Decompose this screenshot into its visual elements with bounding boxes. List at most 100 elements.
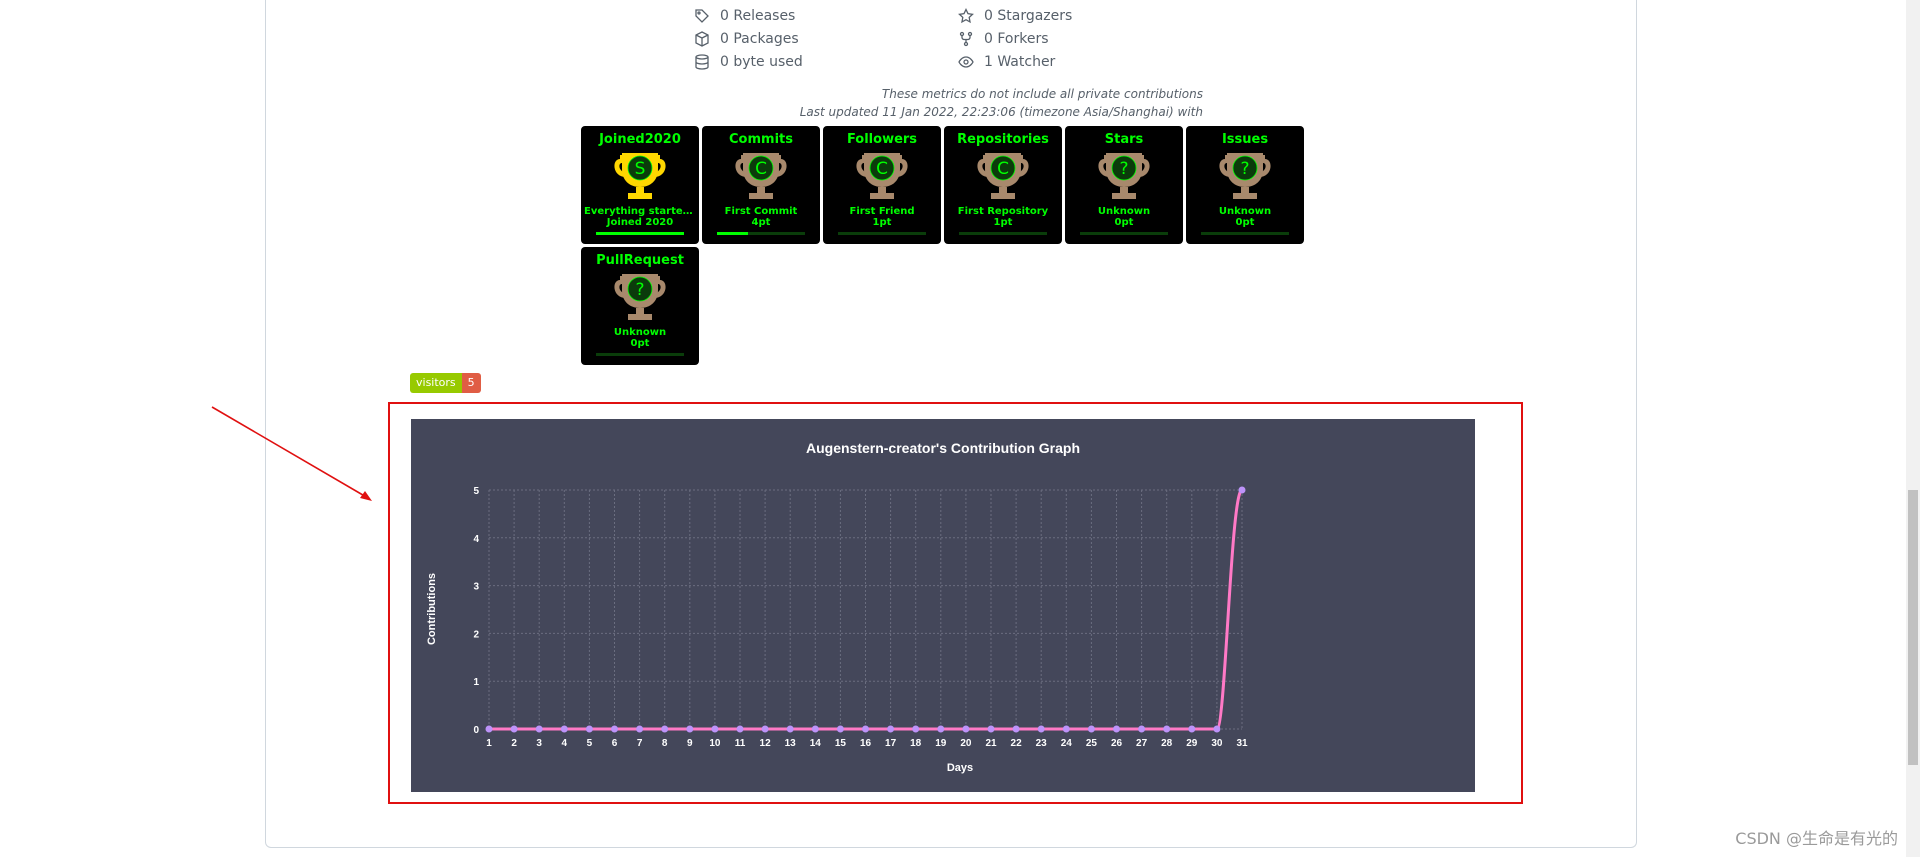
trophy-rank-letter: ? — [1119, 159, 1128, 179]
trophy-subtitle: Unknown — [613, 327, 667, 338]
x-tick-label: 31 — [1236, 738, 1248, 749]
x-tick-label: 12 — [760, 738, 772, 749]
data-point — [937, 725, 945, 733]
trophy-progress — [717, 232, 805, 235]
x-tick-label: 3 — [536, 738, 542, 749]
data-point — [1037, 725, 1045, 733]
x-tick-label: 15 — [835, 738, 847, 749]
x-tick-label: 27 — [1136, 738, 1148, 749]
x-tick-label: 9 — [687, 738, 693, 749]
data-point — [862, 725, 869, 733]
x-tick-label: 16 — [860, 738, 872, 749]
data-point — [887, 725, 895, 733]
x-tick-label: 20 — [960, 738, 972, 749]
trophy-points: 1pt — [872, 217, 892, 228]
annotation-arrow — [211, 406, 372, 501]
series-line — [489, 488, 1244, 731]
trophy-rank-letter: C — [755, 159, 767, 179]
data-point — [962, 725, 970, 733]
data-point — [811, 725, 819, 733]
trophy-rank-letter: ? — [635, 280, 644, 300]
metric-watchers: 1 Watcher — [958, 54, 1055, 70]
x-tick-label: 28 — [1161, 738, 1173, 749]
data-point — [761, 725, 769, 733]
x-tick-label: 6 — [612, 738, 618, 749]
data-point — [1113, 725, 1120, 733]
trophy-title: PullRequest — [596, 253, 684, 268]
data-point — [686, 725, 694, 733]
data-point — [1012, 725, 1020, 733]
data-point — [711, 725, 719, 733]
x-tick-label: 30 — [1211, 738, 1223, 749]
data-point — [661, 725, 669, 733]
metric-releases: 0 Releases — [694, 8, 795, 24]
trophy-subtitle: First Commit — [724, 206, 798, 217]
fork-icon — [959, 31, 973, 47]
x-tick-label: 18 — [910, 738, 922, 749]
trophy-cup-icon: ? — [1219, 153, 1271, 199]
trophy-subtitle: Unknown — [1218, 206, 1272, 217]
metric-packages: 0 Packages — [694, 31, 799, 47]
x-tick-label: 29 — [1186, 738, 1198, 749]
x-tick-label: 10 — [709, 738, 721, 749]
data-point — [1087, 725, 1095, 733]
trophy-progress-fill — [717, 232, 748, 235]
y-tick-label: 0 — [473, 725, 479, 736]
trophy-card: PullRequest? Unknown 0pt — [581, 247, 699, 365]
metric-label: 0 byte used — [720, 54, 803, 70]
trophy-rank-letter: C — [997, 159, 1009, 179]
trophy-title: Stars — [1104, 132, 1144, 147]
trophy-progress — [838, 232, 926, 235]
data-point — [836, 725, 844, 733]
metric-label: 1 Watcher — [984, 54, 1056, 70]
metric-label: 0 Packages — [720, 31, 799, 47]
trophy-cup-icon: ? — [1098, 153, 1150, 199]
x-tick-label: 13 — [785, 738, 797, 749]
trophy-title: Commits — [729, 132, 793, 147]
trophy-card: Issues? Unknown 0pt — [1186, 126, 1304, 244]
x-tick-label: 17 — [885, 738, 897, 749]
data-point — [585, 725, 593, 733]
scrollbar-thumb[interactable] — [1908, 490, 1918, 765]
trophy-title: Followers — [846, 132, 918, 147]
trophy-card: Commits C First Commit 4pt — [702, 126, 820, 244]
visitors-badge[interactable]: visitors 5 — [410, 373, 481, 393]
trophy-title: Issues — [1221, 132, 1269, 147]
trophy-card: Stars? Unknown 0pt — [1065, 126, 1183, 244]
data-point — [485, 725, 493, 733]
metric-label: 0 Forkers — [984, 31, 1049, 47]
contribution-graph: Augenstern-creator's Contribution Graph … — [411, 419, 1475, 792]
trophy-cup-icon: S — [614, 153, 666, 199]
trophy-cup-icon: C — [856, 153, 908, 199]
metric-stargazers: 0 Stargazers — [958, 8, 1072, 24]
trophy-progress — [1201, 232, 1289, 235]
metrics-note: These metrics do not include all private… — [881, 87, 1203, 101]
y-tick-label: 4 — [473, 534, 479, 545]
x-tick-label: 24 — [1061, 738, 1073, 749]
trophy-title: Joined2020 — [599, 132, 681, 147]
trophy-progress — [596, 353, 684, 356]
tag-icon — [695, 9, 709, 23]
trophy-card: Followers C First Friend 1pt — [823, 126, 941, 244]
x-tick-label: 1 — [486, 738, 492, 749]
trophy-card: Repositories C First Repository 1pt — [944, 126, 1062, 244]
visitors-badge-count: 5 — [461, 373, 481, 393]
trophy-progress-fill — [596, 232, 684, 235]
data-point — [1062, 725, 1070, 733]
trophy-cup-icon: ? — [614, 274, 666, 320]
x-tick-label: 5 — [587, 738, 593, 749]
page-scrollbar[interactable] — [1906, 0, 1920, 857]
data-point — [1163, 725, 1171, 733]
data-point — [560, 725, 568, 733]
data-point — [1138, 725, 1146, 733]
trophy-points: 0pt — [1235, 217, 1255, 228]
trophy-points: Joined 2020 — [606, 217, 674, 228]
data-point — [1213, 725, 1221, 733]
trophy-subtitle: Unknown — [1097, 206, 1151, 217]
metric-label: 0 Stargazers — [984, 8, 1073, 24]
trophy-points: 0pt — [1114, 217, 1134, 228]
x-tick-label: 19 — [935, 738, 947, 749]
trophy-subtitle: First Friend — [849, 206, 915, 217]
trophy-cup-icon: C — [977, 153, 1029, 199]
last-updated-note: Last updated 11 Jan 2022, 22:23:06 (time… — [799, 105, 1203, 119]
